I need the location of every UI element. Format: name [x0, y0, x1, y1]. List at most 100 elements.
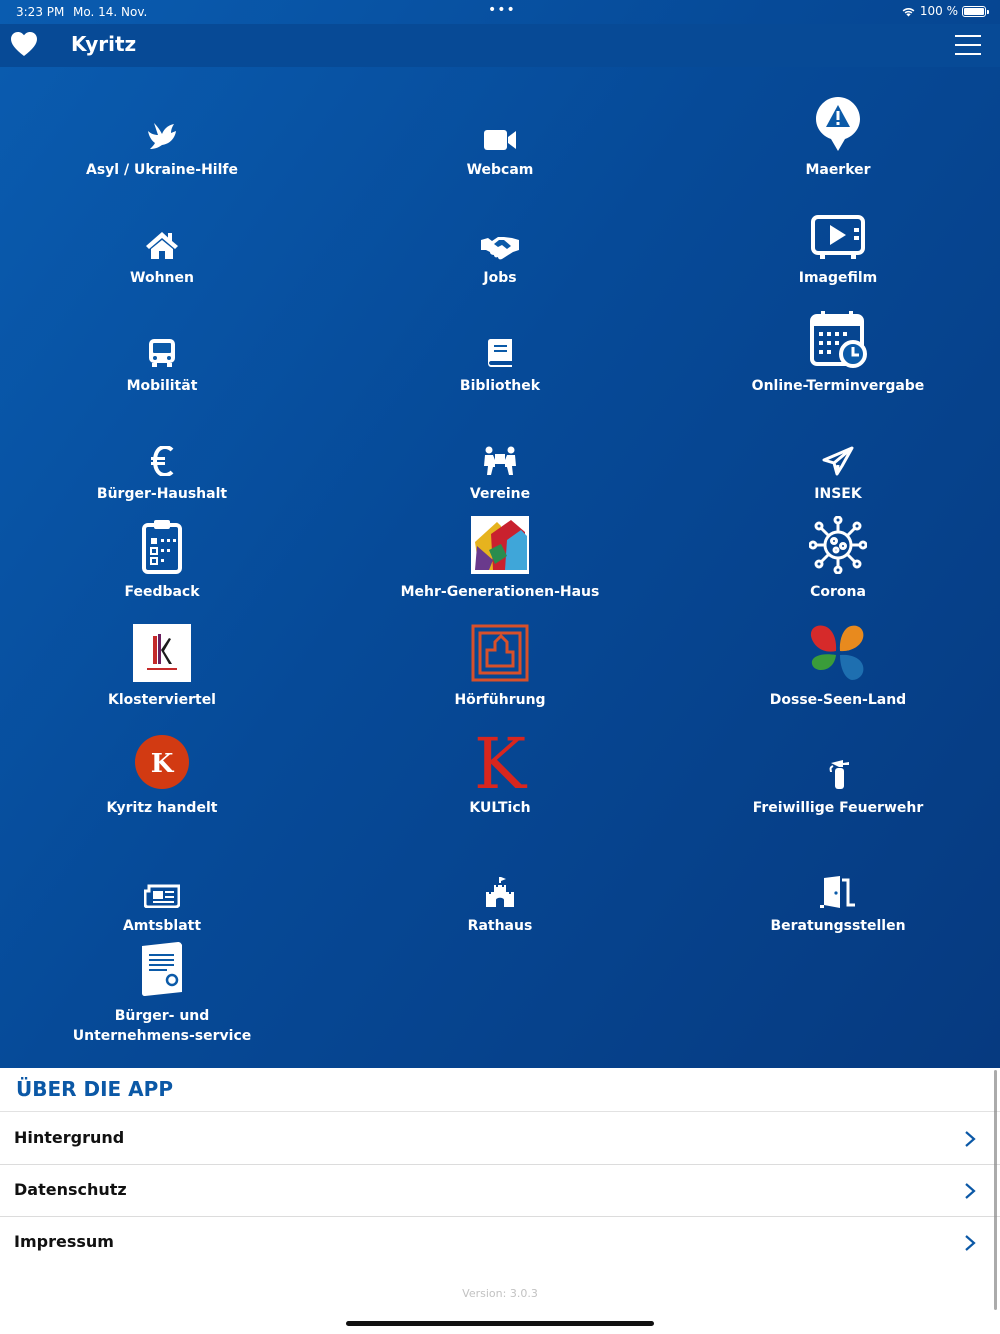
about-item-hintergrund[interactable]: Hintergrund — [0, 1113, 1000, 1165]
chevron-right-icon — [965, 1235, 976, 1251]
svg-text:K: K — [474, 730, 528, 790]
tile-feedback[interactable]: Feedback — [2, 516, 322, 616]
tile-corona[interactable]: Corona — [678, 516, 998, 616]
tile-label: Rathaus — [467, 918, 533, 934]
chevron-right-icon — [965, 1131, 976, 1147]
tile-label: Maerker — [805, 162, 871, 178]
tile-label: Bürger- und Unternehmens-service — [72, 1008, 252, 1044]
tile-label: Freiwillige Feuerwehr — [752, 800, 924, 816]
tile-buerger-haushalt[interactable]: Bürger-Haushalt — [2, 408, 322, 508]
tile-kyritz-handelt[interactable]: K Kyritz handelt — [2, 732, 322, 832]
tile-label: Webcam — [466, 162, 534, 178]
fire-extinguisher-icon — [823, 732, 853, 790]
home-indicator[interactable] — [346, 1321, 654, 1326]
scrollbar[interactable] — [994, 1070, 997, 1310]
tile-label: Corona — [810, 584, 866, 600]
klosterviertel-logo — [133, 624, 191, 682]
tile-wohnen[interactable]: Wohnen — [2, 192, 322, 292]
tile-label: Bürger-Haushalt — [96, 486, 228, 502]
euro-icon — [150, 408, 174, 476]
people-carry-icon — [481, 408, 519, 476]
tile-amtsblatt[interactable]: Amtsblatt — [2, 840, 322, 940]
tile-label: Asyl / Ukraine-Hilfe — [86, 162, 238, 178]
clipboard-rating-icon — [141, 516, 183, 574]
tv-play-icon — [810, 202, 866, 260]
about-item-datenschutz[interactable]: Datenschutz — [0, 1165, 1000, 1217]
tile-rathaus[interactable]: Rathaus — [340, 840, 660, 940]
tile-maerker[interactable]: Maerker — [678, 94, 998, 194]
tile-label: Imagefilm — [798, 270, 878, 286]
about-item-impressum[interactable]: Impressum — [0, 1217, 1000, 1269]
tile-imagefilm[interactable]: Imagefilm — [678, 202, 998, 302]
hoerfuehrung-logo — [471, 624, 529, 682]
tile-klosterviertel[interactable]: Klosterviertel — [2, 624, 322, 724]
dove-icon — [145, 84, 179, 152]
tile-mobilitaet[interactable]: Mobilität — [2, 300, 322, 400]
kyritz-handelt-logo: K — [134, 732, 190, 790]
multitasking-dots[interactable]: ••• — [488, 2, 516, 18]
tile-jobs[interactable]: Jobs — [340, 192, 660, 292]
tile-label: KULTich — [469, 800, 531, 816]
battery-percent: 100 % — [919, 4, 958, 18]
handshake-icon — [480, 192, 520, 260]
tile-asyl[interactable]: Asyl / Ukraine-Hilfe — [2, 84, 322, 184]
door-open-icon — [820, 840, 856, 908]
status-right: 100 % — [901, 4, 989, 18]
tile-insek[interactable]: INSEK — [678, 408, 998, 508]
calendar-clock-icon — [809, 310, 867, 368]
about-title: ÜBER DIE APP — [16, 1077, 173, 1101]
bus-icon — [147, 300, 177, 368]
tile-vereine[interactable]: Vereine — [340, 408, 660, 508]
hamburger-menu-icon[interactable] — [955, 35, 981, 55]
tile-label: Kyritz handelt — [106, 800, 218, 816]
about-item-label: Impressum — [14, 1232, 114, 1251]
mehrgenerationenhaus-logo — [471, 516, 529, 574]
tile-label: Mobilität — [126, 378, 198, 394]
tile-label: Vereine — [469, 486, 531, 502]
tile-label: Bibliothek — [459, 378, 541, 394]
tile-label: Mehr-Generationen-Haus — [400, 584, 600, 600]
virus-icon — [809, 516, 867, 574]
status-bar: 3:23 PM Mo. 14. Nov. ••• 100 % — [0, 0, 1000, 24]
tile-kultich[interactable]: K KULTich — [340, 730, 660, 832]
about-section-header: ÜBER DIE APP — [0, 1068, 1000, 1112]
town-hall-icon — [485, 840, 515, 908]
tile-label: Online-Terminvergabe — [751, 378, 925, 394]
app-version: Version: 3.0.3 — [462, 1287, 538, 1300]
kultich-logo: K — [472, 730, 528, 790]
tile-label: Dosse-Seen-Land — [769, 692, 907, 708]
newspaper-icon — [144, 840, 180, 908]
map-pin-warning-icon — [815, 94, 861, 152]
battery-icon — [962, 5, 989, 17]
paper-plane-icon — [822, 408, 854, 476]
tile-mehr-generationen-haus[interactable]: Mehr-Generationen-Haus — [340, 516, 660, 616]
tile-label: Hörführung — [454, 692, 546, 708]
navigation-bar: Kyritz — [0, 24, 1000, 67]
tile-buerger-unternehmensservice[interactable]: Bürger- und Unternehmens-service — [2, 940, 322, 1044]
tile-beratungsstellen[interactable]: Beratungsstellen — [678, 840, 998, 940]
tile-bibliothek[interactable]: Bibliothek — [340, 300, 660, 400]
app-title: Kyritz — [71, 32, 137, 56]
status-date: Mo. 14. Nov. — [73, 5, 148, 19]
tile-label: Beratungsstellen — [770, 918, 906, 934]
tile-label: Jobs — [483, 270, 517, 286]
tile-dosse-seen-land[interactable]: Dosse-Seen-Land — [678, 624, 998, 724]
chevron-right-icon — [965, 1183, 976, 1199]
tile-label: Feedback — [124, 584, 200, 600]
tile-label: INSEK — [814, 486, 862, 502]
tile-label: Amtsblatt — [122, 918, 202, 934]
wifi-icon — [902, 7, 915, 16]
about-item-label: Hintergrund — [14, 1128, 125, 1147]
tile-label: Klosterviertel — [107, 692, 216, 708]
tile-label: Wohnen — [130, 270, 194, 286]
heart-icon[interactable] — [10, 31, 38, 57]
dosse-seen-land-logo — [809, 624, 867, 682]
book-icon — [487, 300, 513, 368]
about-item-label: Datenschutz — [14, 1180, 127, 1199]
tile-hoerfuehrung[interactable]: Hörführung — [340, 624, 660, 724]
tile-freiwillige-feuerwehr[interactable]: Freiwillige Feuerwehr — [678, 732, 998, 832]
tile-webcam[interactable]: Webcam — [340, 84, 660, 184]
tile-online-terminvergabe[interactable]: Online-Terminvergabe — [678, 310, 998, 410]
svg-text:K: K — [151, 749, 175, 779]
status-time: 3:23 PM — [16, 5, 65, 19]
